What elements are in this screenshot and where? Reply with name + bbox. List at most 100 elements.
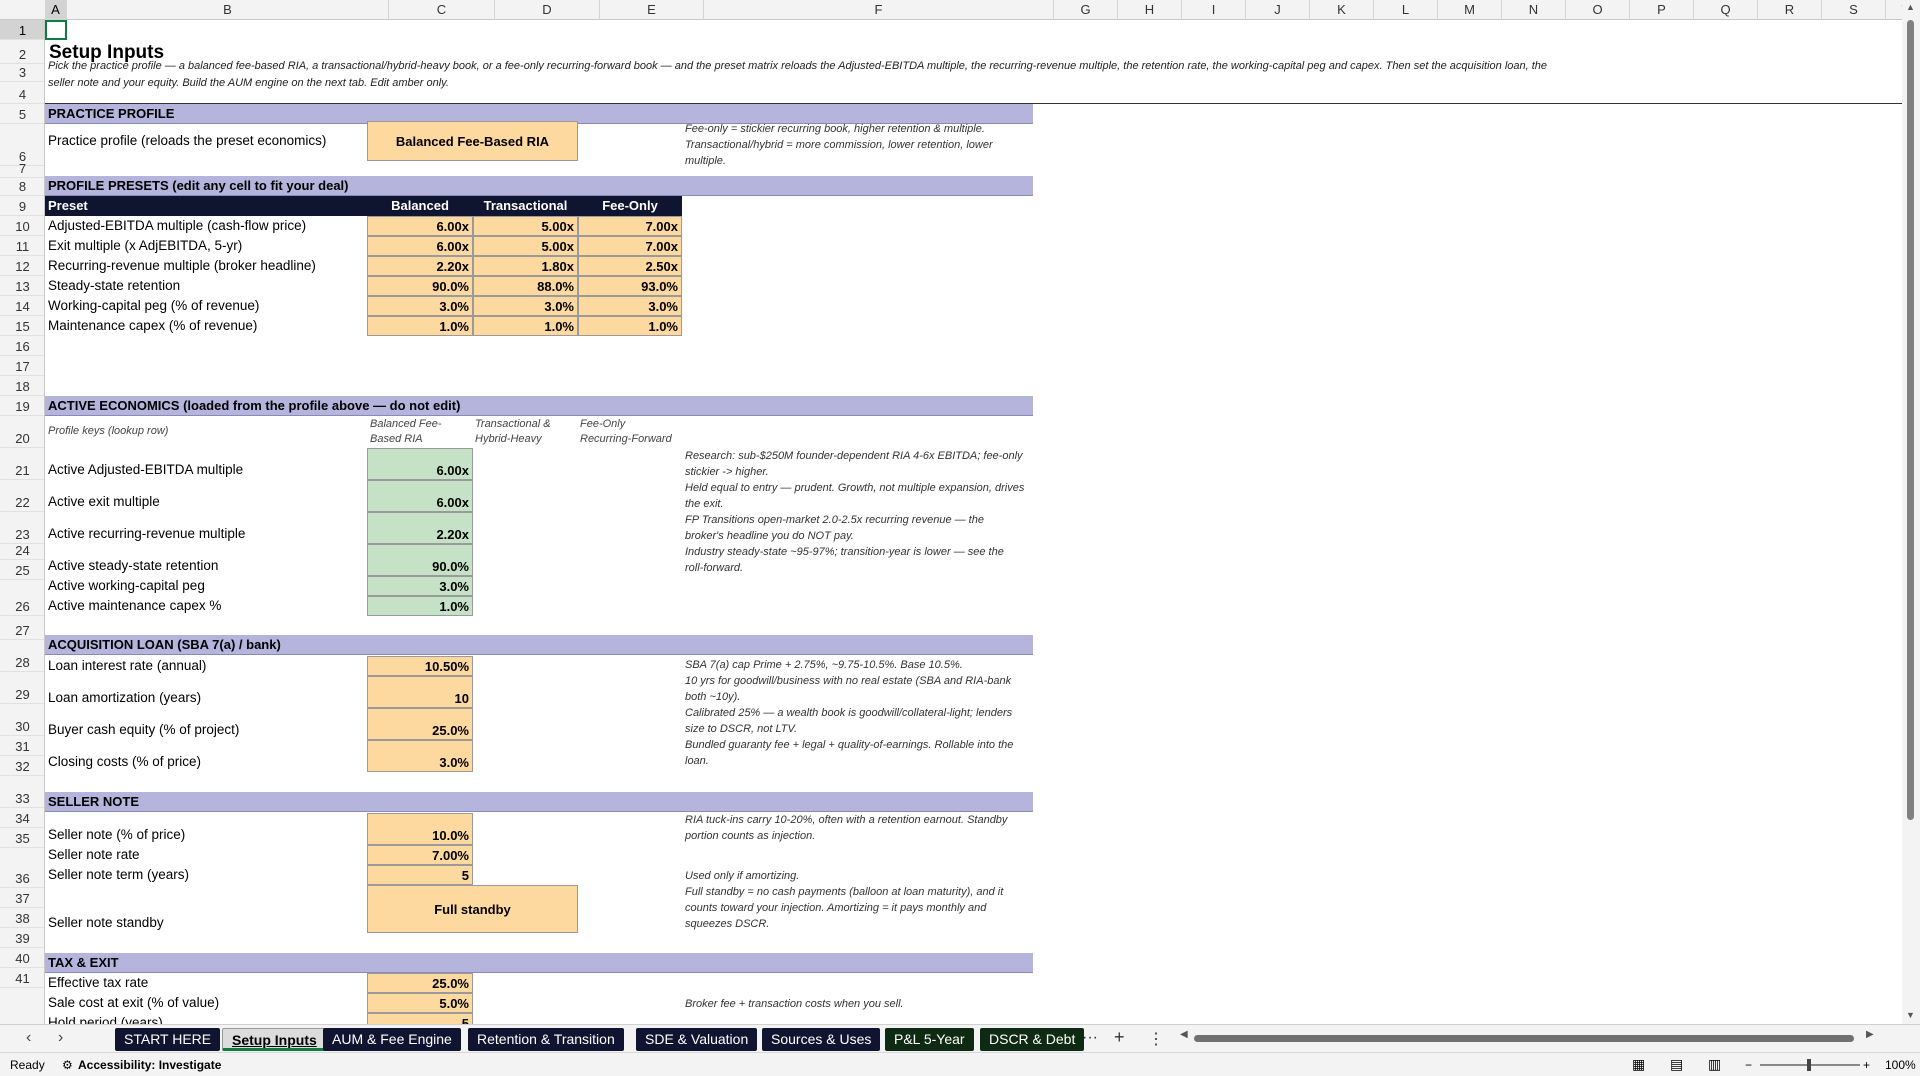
vertical-scroll-thumb[interactable] <box>1907 20 1914 820</box>
row-header-23[interactable]: 23 <box>0 512 44 544</box>
scroll-down-icon[interactable]: ▼ <box>1906 1010 1915 1020</box>
row-header-5[interactable]: 5 <box>0 104 44 124</box>
loan-value-input[interactable]: 25.0% <box>367 708 473 740</box>
preset-value-cell[interactable]: 2.50x <box>578 256 682 276</box>
zoom-in-icon[interactable]: + <box>1863 1058 1870 1072</box>
column-header-l[interactable]: L <box>1374 0 1438 20</box>
vertical-scrollbar[interactable]: ▲ ▼ <box>1902 0 1920 1024</box>
preset-value-cell[interactable]: 1.0% <box>473 316 578 336</box>
seller-value-input[interactable]: 10.0% <box>367 813 473 845</box>
row-header-29[interactable]: 29 <box>0 672 44 704</box>
row-header-25[interactable]: 25 <box>0 560 44 580</box>
preset-value-cell[interactable]: 90.0% <box>367 276 473 296</box>
preset-value-cell[interactable]: 6.00x <box>367 236 473 256</box>
preset-value-cell[interactable]: 88.0% <box>473 276 578 296</box>
tax-value-input[interactable]: 25.0% <box>367 973 473 993</box>
tab-prev-icon[interactable]: ‹ <box>26 1029 31 1047</box>
sheet-tab[interactable]: Sources & Uses <box>762 1028 881 1051</box>
row-header-32[interactable]: 32 <box>0 756 44 776</box>
row-header-8[interactable]: 8 <box>0 178 44 196</box>
row-header-6[interactable]: 6 <box>0 124 44 166</box>
loan-value-input[interactable]: 10.50% <box>367 656 473 676</box>
normal-view-icon[interactable]: ▦ <box>1632 1056 1645 1073</box>
column-header-f[interactable]: F <box>704 0 1054 20</box>
sheet-tab[interactable]: Setup Inputs <box>222 1028 327 1051</box>
row-header-19[interactable]: 19 <box>0 396 44 416</box>
zoom-slider-knob[interactable] <box>1807 1059 1811 1071</box>
preset-value-cell[interactable]: 7.00x <box>578 216 682 236</box>
seller-standby-dropdown[interactable]: Full standby <box>367 885 578 933</box>
sheet-tab[interactable]: SDE & Valuation <box>636 1028 758 1051</box>
preset-value-cell[interactable]: 1.0% <box>578 316 682 336</box>
preset-value-cell[interactable]: 6.00x <box>367 216 473 236</box>
loan-value-input[interactable]: 3.0% <box>367 740 473 772</box>
tax-value-input[interactable]: 5 <box>367 1013 473 1024</box>
row-header-10[interactable]: 10 <box>0 216 44 236</box>
row-header-1[interactable]: 1 <box>0 20 44 40</box>
preset-value-cell[interactable]: 1.80x <box>473 256 578 276</box>
row-header-21[interactable]: 21 <box>0 448 44 480</box>
row-header-31[interactable]: 31 <box>0 736 44 756</box>
sheet-tab[interactable]: DSCR & Debt <box>980 1028 1085 1051</box>
preset-value-cell[interactable]: 3.0% <box>578 296 682 316</box>
practice-profile-dropdown[interactable]: Balanced Fee-Based RIA <box>367 121 578 161</box>
row-header-26[interactable]: 26 <box>0 580 44 616</box>
column-header-m[interactable]: M <box>1438 0 1502 20</box>
worksheet-grid[interactable]: Setup Inputs Pick the practice profile —… <box>45 20 1902 1024</box>
row-header-16[interactable]: 16 <box>0 336 44 356</box>
row-header-4[interactable]: 4 <box>0 82 44 104</box>
row-header-28[interactable]: 28 <box>0 640 44 672</box>
column-header-d[interactable]: D <box>495 0 600 20</box>
preset-value-cell[interactable]: 1.0% <box>367 316 473 336</box>
column-header-j[interactable]: J <box>1246 0 1310 20</box>
row-header-15[interactable]: 15 <box>0 316 44 336</box>
row-header-33[interactable]: 33 <box>0 776 44 808</box>
row-header-14[interactable]: 14 <box>0 296 44 316</box>
page-layout-icon[interactable]: ▤ <box>1670 1056 1683 1073</box>
row-header-36[interactable]: 36 <box>0 848 44 888</box>
column-header-g[interactable]: G <box>1054 0 1118 20</box>
column-header-r[interactable]: R <box>1758 0 1822 20</box>
scroll-up-icon[interactable]: ▲ <box>1906 2 1915 12</box>
row-header-2[interactable]: 2 <box>0 40 44 64</box>
preset-value-cell[interactable]: 5.00x <box>473 236 578 256</box>
tab-next-icon[interactable]: › <box>58 1029 63 1047</box>
column-header-e[interactable]: E <box>600 0 704 20</box>
row-header-12[interactable]: 12 <box>0 256 44 276</box>
seller-value-input[interactable]: 7.00% <box>367 845 473 865</box>
preset-value-cell[interactable]: 3.0% <box>473 296 578 316</box>
row-header-17[interactable]: 17 <box>0 356 44 376</box>
row-header-13[interactable]: 13 <box>0 276 44 296</box>
column-header-p[interactable]: P <box>1630 0 1694 20</box>
sheet-tab[interactable]: P&L 5-Year <box>885 1028 974 1051</box>
loan-value-input[interactable]: 10 <box>367 676 473 708</box>
row-header-39[interactable]: 39 <box>0 928 44 948</box>
preset-value-cell[interactable]: 3.0% <box>367 296 473 316</box>
row-header-35[interactable]: 35 <box>0 828 44 848</box>
horizontal-scrollbar[interactable]: ◀ ▶ <box>1180 1029 1880 1045</box>
sheet-tab[interactable]: AUM & Fee Engine <box>323 1028 461 1051</box>
more-tabs-icon[interactable]: ··· <box>1082 1029 1098 1047</box>
row-header-20[interactable]: 20 <box>0 416 44 448</box>
row-header-18[interactable]: 18 <box>0 376 44 396</box>
add-sheet-icon[interactable]: + <box>1114 1027 1125 1048</box>
column-header-o[interactable]: O <box>1566 0 1630 20</box>
row-header-27[interactable]: 27 <box>0 616 44 640</box>
row-header-9[interactable]: 9 <box>0 196 44 216</box>
row-header-30[interactable]: 30 <box>0 704 44 736</box>
row-header-7[interactable]: 7 <box>0 161 44 178</box>
row-header-38[interactable]: 38 <box>0 908 44 928</box>
preset-value-cell[interactable]: 93.0% <box>578 276 682 296</box>
sheet-tab[interactable]: Retention & Transition <box>468 1028 624 1051</box>
horizontal-scroll-thumb[interactable] <box>1194 1035 1854 1042</box>
seller-value-input[interactable]: 5 <box>367 865 473 885</box>
column-header-i[interactable]: I <box>1182 0 1246 20</box>
column-header-k[interactable]: K <box>1310 0 1374 20</box>
active-cell-a1[interactable] <box>45 20 67 40</box>
column-header-b[interactable]: B <box>67 0 389 20</box>
preset-value-cell[interactable]: 5.00x <box>473 216 578 236</box>
zoom-out-icon[interactable]: − <box>1745 1058 1752 1072</box>
column-header-n[interactable]: N <box>1502 0 1566 20</box>
row-header-3[interactable]: 3 <box>0 64 44 82</box>
row-header-34[interactable]: 34 <box>0 808 44 828</box>
